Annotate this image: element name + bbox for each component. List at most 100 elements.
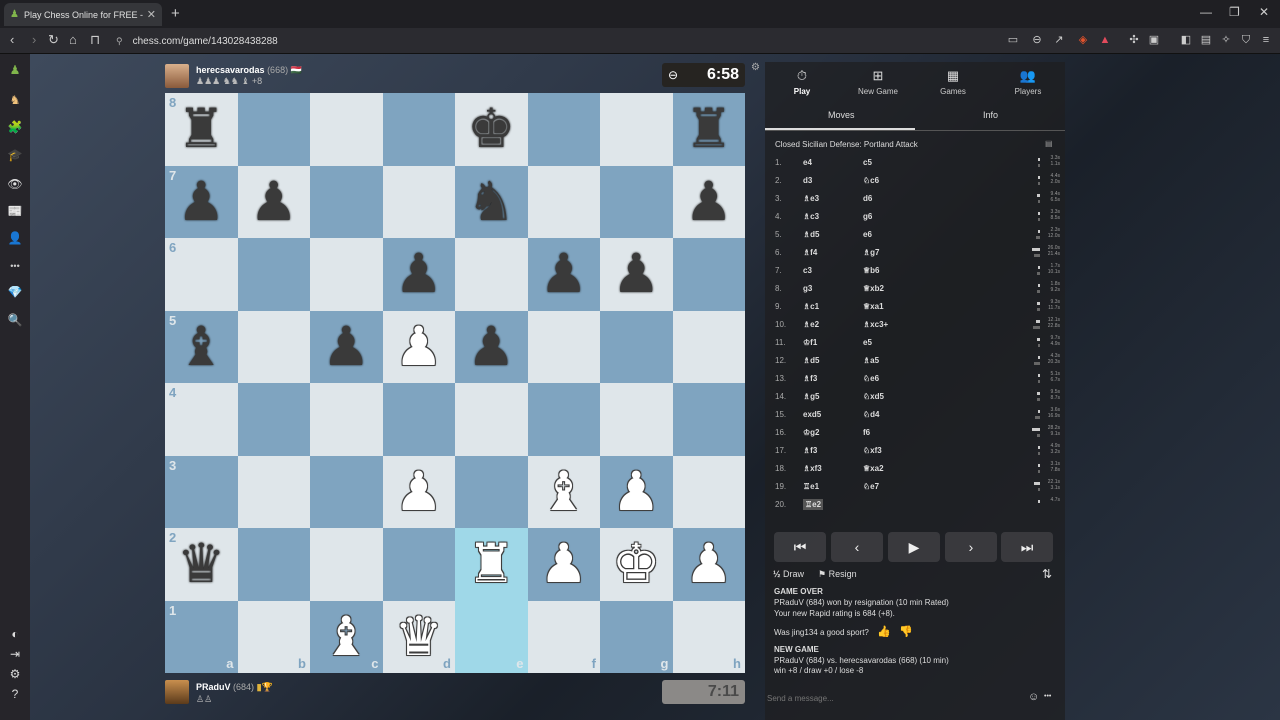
square-h3[interactable] bbox=[672, 455, 745, 528]
black-pawn-c5[interactable]: ♟ bbox=[310, 311, 383, 384]
tab-players[interactable]: 👥 Players bbox=[998, 68, 1058, 96]
reload-icon[interactable]: ↻ bbox=[48, 32, 59, 48]
new-game-text[interactable]: PRaduV (684) vs. herecsavarodas (668) (1… bbox=[774, 656, 949, 665]
square-f1[interactable]: f bbox=[527, 600, 600, 673]
white-move[interactable]: ♗e2 bbox=[803, 320, 819, 329]
more-icon[interactable]: ••• bbox=[7, 258, 23, 274]
square-e1[interactable]: e bbox=[455, 600, 528, 673]
vpn-icon[interactable]: ⛉ bbox=[1240, 34, 1252, 46]
square-c8[interactable] bbox=[310, 93, 383, 166]
black-move[interactable]: c5 bbox=[863, 158, 872, 167]
board-settings-icon[interactable]: ⚙ bbox=[751, 62, 760, 73]
black-move[interactable]: ♕xa1 bbox=[863, 302, 884, 311]
white-queen-d1[interactable]: ♛ bbox=[383, 601, 456, 674]
white-pawn-f2[interactable]: ♟ bbox=[528, 528, 601, 601]
white-move[interactable]: d3 bbox=[803, 176, 812, 185]
square-d4[interactable] bbox=[382, 383, 455, 456]
black-move[interactable]: ♕xa2 bbox=[863, 464, 884, 473]
wallet-icon[interactable]: ▤ bbox=[1200, 34, 1212, 46]
square-e3[interactable] bbox=[455, 455, 528, 528]
black-move[interactable]: ♕b6 bbox=[863, 266, 880, 275]
sidebar-icon[interactable]: ◧ bbox=[1180, 34, 1192, 46]
menu-icon[interactable]: ≡ bbox=[1260, 34, 1272, 46]
black-pawn-f6[interactable]: ♟ bbox=[528, 238, 601, 311]
draw-button[interactable]: ½ Draw bbox=[773, 569, 804, 579]
white-pawn-g3[interactable]: ♟ bbox=[600, 456, 673, 529]
subtab-moves[interactable]: Moves bbox=[828, 110, 855, 120]
top-player-name[interactable]: herecsavarodas (668) 🇭🇺 bbox=[196, 65, 302, 76]
black-pawn-b7[interactable]: ♟ bbox=[238, 166, 311, 239]
collapse-icon[interactable]: ⇥ bbox=[7, 646, 23, 662]
black-move[interactable]: ♘xd5 bbox=[863, 392, 884, 401]
chesscom-logo-icon[interactable]: ♟ bbox=[7, 62, 23, 78]
avatar[interactable] bbox=[165, 680, 189, 704]
square-b8[interactable] bbox=[237, 93, 310, 166]
square-b5[interactable] bbox=[237, 310, 310, 383]
black-rook-a8[interactable]: ♜ bbox=[165, 93, 238, 166]
tabs-icon[interactable]: ▣ bbox=[1148, 34, 1160, 46]
square-g4[interactable] bbox=[600, 383, 673, 456]
black-move[interactable]: ♘xf3 bbox=[863, 446, 882, 455]
tab-games[interactable]: ▦ Games bbox=[923, 68, 983, 96]
emoji-icon[interactable]: ☺ bbox=[1028, 691, 1039, 703]
square-a6[interactable]: 6 bbox=[165, 238, 238, 311]
square-c7[interactable] bbox=[310, 165, 383, 238]
site-info-icon[interactable]: ⚲ bbox=[116, 36, 123, 47]
white-move[interactable]: e4 bbox=[803, 158, 812, 167]
white-move[interactable]: ♖e1 bbox=[803, 482, 819, 491]
white-move[interactable]: ♗f4 bbox=[803, 248, 817, 257]
more-options-icon[interactable]: ••• bbox=[1044, 693, 1051, 700]
white-rook-e2[interactable]: ♜ bbox=[455, 528, 528, 601]
previous-move-button[interactable]: ‹ bbox=[831, 532, 883, 562]
maximize-icon[interactable]: ❐ bbox=[1229, 5, 1240, 19]
white-move[interactable]: ♗f3 bbox=[803, 446, 817, 455]
white-move[interactable]: ♗d5 bbox=[803, 356, 820, 365]
black-knight-e7[interactable]: ♞ bbox=[455, 166, 528, 239]
black-pawn-a7[interactable]: ♟ bbox=[165, 166, 238, 239]
square-b1[interactable]: b bbox=[237, 600, 310, 673]
zoom-icon[interactable]: ⊖ bbox=[1031, 34, 1043, 46]
white-king-g2[interactable]: ♚ bbox=[600, 528, 673, 601]
extensions-icon[interactable]: ✣ bbox=[1128, 34, 1140, 46]
white-pawn-d5[interactable]: ♟ bbox=[383, 311, 456, 384]
avatar[interactable] bbox=[165, 64, 189, 88]
white-move[interactable]: ♗xf3 bbox=[803, 464, 822, 473]
black-move[interactable]: ♕xb2 bbox=[863, 284, 884, 293]
square-c6[interactable] bbox=[310, 238, 383, 311]
theme-icon[interactable]: ◐ bbox=[7, 626, 23, 642]
learn-icon[interactable]: 🎓 bbox=[7, 147, 23, 163]
black-move[interactable]: ♘d4 bbox=[863, 410, 880, 419]
square-g5[interactable] bbox=[600, 310, 673, 383]
square-b4[interactable] bbox=[237, 383, 310, 456]
player-name[interactable]: herecsavarodas bbox=[196, 65, 265, 75]
white-move[interactable]: ♖e2 bbox=[803, 499, 824, 510]
rewards-icon[interactable]: ▲ bbox=[1099, 34, 1111, 46]
white-move[interactable]: ♗g5 bbox=[803, 392, 820, 401]
square-f5[interactable] bbox=[527, 310, 600, 383]
white-move[interactable]: exd5 bbox=[803, 410, 821, 419]
square-c3[interactable] bbox=[310, 455, 383, 528]
share-icon[interactable]: ↗ bbox=[1053, 34, 1065, 46]
tab-play[interactable]: ⏱ Play bbox=[772, 68, 832, 96]
new-tab-button[interactable]: + bbox=[171, 5, 180, 22]
black-move[interactable]: ♘e7 bbox=[863, 482, 879, 491]
square-g1[interactable]: g bbox=[600, 600, 673, 673]
square-e4[interactable] bbox=[455, 383, 528, 456]
black-move[interactable]: f6 bbox=[863, 428, 870, 437]
black-move[interactable]: e5 bbox=[863, 338, 872, 347]
address-bar[interactable]: ⚲ chess.com/game/143028438288 bbox=[110, 31, 995, 51]
white-move[interactable]: ♔f1 bbox=[803, 338, 817, 347]
opening-name[interactable]: Closed Sicilian Defense: Portland Attack bbox=[775, 140, 918, 149]
square-a4[interactable]: 4 bbox=[165, 383, 238, 456]
brave-shield-icon[interactable]: ◈ bbox=[1077, 34, 1089, 46]
square-b3[interactable] bbox=[237, 455, 310, 528]
message-input[interactable] bbox=[767, 689, 1022, 707]
white-bishop-c1[interactable]: ♝ bbox=[310, 601, 383, 674]
leo-icon[interactable]: ✧ bbox=[1220, 34, 1232, 46]
diamond-icon[interactable]: 💎 bbox=[7, 284, 23, 300]
square-g8[interactable] bbox=[600, 93, 673, 166]
home-icon[interactable]: ⌂ bbox=[69, 32, 77, 47]
bottom-player-name[interactable]: PRaduV (684) ▮🏆 bbox=[196, 682, 273, 693]
black-move[interactable]: d6 bbox=[863, 194, 872, 203]
square-e6[interactable] bbox=[455, 238, 528, 311]
